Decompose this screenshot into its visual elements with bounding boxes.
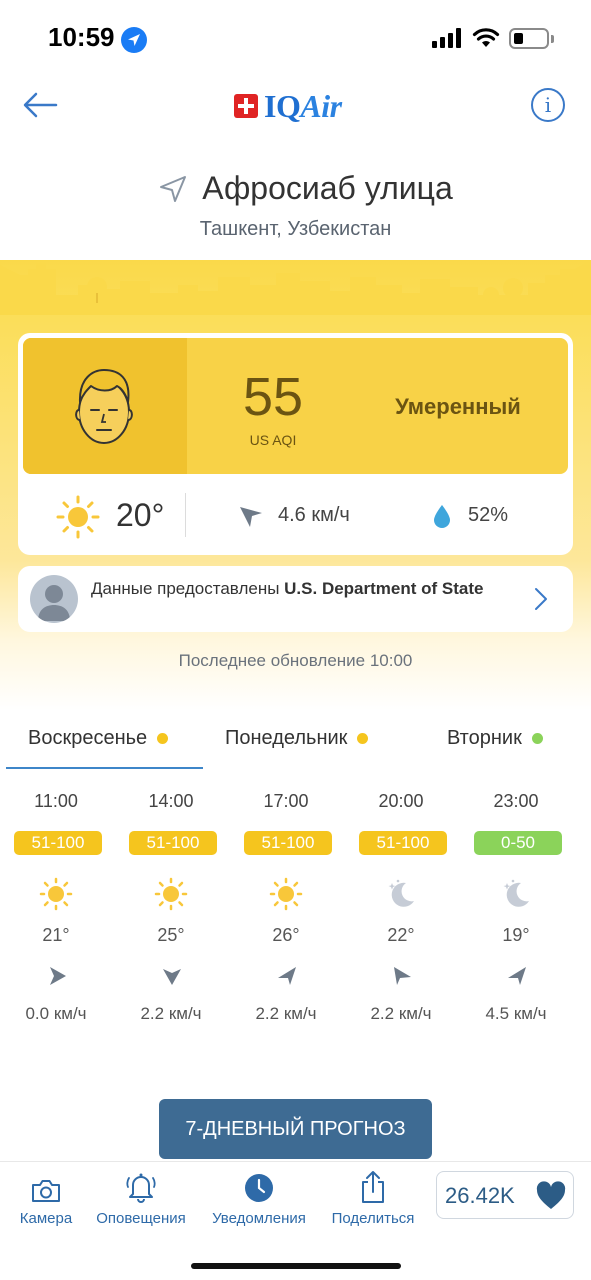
hour-wind-speed: 4.5 км/ч xyxy=(485,1004,547,1023)
notifications-button[interactable]: Уведомления xyxy=(206,1170,312,1227)
sun-icon xyxy=(39,877,73,911)
hour-wind-speed: 2.2 км/ч xyxy=(140,1004,202,1023)
wind-direction-icon xyxy=(50,967,66,985)
weather-divider xyxy=(185,493,186,537)
camera-label: Камера xyxy=(19,1210,73,1227)
aqi-range-badge: 51-100 xyxy=(359,831,447,855)
clock-icon xyxy=(245,1174,273,1202)
tab-aqi-dot xyxy=(531,733,543,744)
current-wind-speed: 4.6 км/ч xyxy=(278,504,350,526)
hour-time: 11:00 xyxy=(34,791,78,811)
hour-time: 17:00 xyxy=(263,791,309,811)
hour-temperature: 22° xyxy=(387,925,415,945)
hour-time: 20:00 xyxy=(378,791,424,811)
sun-icon xyxy=(56,495,100,539)
wind-direction-icon xyxy=(508,967,526,985)
wind-direction-icon xyxy=(163,969,181,985)
tab-aqi-dot xyxy=(357,733,369,744)
wifi-icon xyxy=(472,28,500,47)
aqi-range-badge: 0-50 xyxy=(474,831,562,855)
tab-tuesday[interactable]: Вторник xyxy=(447,727,543,750)
hour-temperature: 25° xyxy=(157,925,185,945)
hour-temperature: 26° xyxy=(272,925,300,945)
notifications-label: Уведомления xyxy=(212,1210,306,1227)
location-region: Ташкент, Узбекистан xyxy=(199,218,392,240)
hour-wind-speed: 2.2 км/ч xyxy=(255,1004,317,1023)
aqi-card[interactable]: 55 US AQI Умеренный 20° 4.6 км/ч 52% xyxy=(18,333,573,555)
hourly-forecast: 11:00 51-100 21° 0.0 км/ч 14:00 51-100 2… xyxy=(0,785,591,1035)
logo-text: IQAir xyxy=(264,87,342,124)
day-tabs: Воскресенье Понедельник Вторник xyxy=(0,715,591,771)
cellular-signal-icon xyxy=(432,28,461,48)
wind-direction-icon xyxy=(394,967,411,985)
aqi-value: 55 xyxy=(242,367,304,427)
current-temperature: 20° xyxy=(116,497,165,533)
source-text: Данные предоставлены U.S. Department of … xyxy=(91,579,484,598)
aqi-unit: US AQI xyxy=(249,432,297,448)
location-name: Афросиаб улица xyxy=(202,170,453,206)
moon-icon xyxy=(503,879,529,907)
location-title: Афросиаб улица xyxy=(0,170,591,209)
tab-sunday[interactable]: Воскресенье xyxy=(28,727,169,750)
hour-wind-speed: 0.0 км/ч xyxy=(25,1004,87,1023)
alerts-button[interactable]: Оповещения xyxy=(90,1170,192,1227)
current-weather: 20° 4.6 км/ч 52% xyxy=(18,481,573,551)
hour-time: 23:00 xyxy=(493,791,539,811)
wind-direction-icon xyxy=(240,507,262,527)
location-services-icon xyxy=(121,27,147,53)
hour-wind-speed: 2.2 км/ч xyxy=(370,1004,432,1023)
app-header: IQAir i xyxy=(0,80,591,130)
home-indicator xyxy=(191,1263,401,1269)
tab-label: Вторник xyxy=(447,727,522,749)
hour-time: 14:00 xyxy=(148,791,194,811)
info-button[interactable]: i xyxy=(531,88,565,122)
sun-icon xyxy=(269,877,303,911)
share-icon xyxy=(362,1171,384,1203)
share-button[interactable]: Поделиться xyxy=(324,1170,422,1227)
face-icon xyxy=(75,369,133,444)
aqi-band: 55 US AQI Умеренный xyxy=(23,338,568,474)
heart-icon xyxy=(536,1181,566,1209)
current-humidity: 52% xyxy=(468,504,509,526)
battery-icon xyxy=(509,28,549,49)
moon-icon xyxy=(388,879,414,907)
share-label: Поделиться xyxy=(331,1210,415,1227)
tab-aqi-dot xyxy=(157,733,169,744)
like-button[interactable]: 26.42K xyxy=(436,1171,574,1219)
swiss-flag-icon xyxy=(234,94,258,118)
data-source-card[interactable]: Данные предоставлены U.S. Department of … xyxy=(18,566,573,632)
chevron-right-icon xyxy=(535,588,547,610)
bell-icon xyxy=(126,1173,156,1203)
seven-day-forecast-button[interactable]: 7-ДНЕВНЫЙ ПРОГНОЗ xyxy=(159,1099,432,1159)
city-skyline-illustration xyxy=(0,260,591,315)
battery-nub xyxy=(551,35,554,43)
tab-monday[interactable]: Понедельник xyxy=(225,727,369,750)
back-arrow-icon[interactable] xyxy=(20,88,60,122)
alerts-label: Оповещения xyxy=(96,1210,186,1227)
hour-temperature: 21° xyxy=(42,925,70,945)
tab-label: Понедельник xyxy=(225,727,348,749)
active-tab-underline xyxy=(6,767,203,769)
status-time: 10:59 xyxy=(48,22,115,52)
aqi-range-badge: 51-100 xyxy=(129,831,217,855)
aqi-range-badge: 51-100 xyxy=(244,831,332,855)
tab-label: Воскресенье xyxy=(28,727,148,749)
like-count: 26.42K xyxy=(445,1183,515,1208)
camera-icon xyxy=(32,1180,60,1202)
sun-icon xyxy=(154,877,188,911)
hour-temperature: 19° xyxy=(502,925,530,945)
aqi-level: Умеренный xyxy=(395,394,521,419)
aqi-range-badge: 51-100 xyxy=(14,831,102,855)
iqair-logo: IQAir xyxy=(234,88,342,124)
aqi-face-box xyxy=(23,338,187,474)
camera-button[interactable]: Камера xyxy=(14,1170,78,1227)
humidity-drop-icon xyxy=(434,505,450,528)
source-avatar xyxy=(30,575,78,623)
wind-direction-icon xyxy=(278,967,296,985)
status-bar: 10:59 xyxy=(0,0,591,80)
location-arrow-icon xyxy=(160,175,187,202)
last-update: Последнее обновление 10:00 xyxy=(178,651,413,670)
